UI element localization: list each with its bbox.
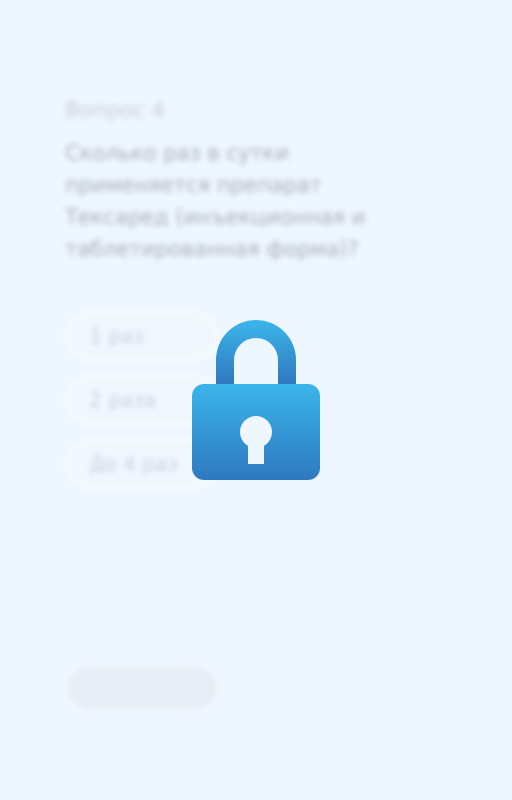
quiz-page: Вопрос 4 Сколько раз в сутки применяется… (0, 0, 512, 800)
question-text: Сколько раз в сутки применяется препарат… (65, 141, 366, 261)
lock-keyhole-slot (248, 438, 264, 464)
answer-option-label: 2 раза (89, 388, 156, 412)
submit-button[interactable] (65, 664, 219, 712)
answer-option-label: До 4 раз (89, 452, 178, 476)
answer-option-label: 1 раз (89, 324, 144, 348)
lock-shackle (216, 320, 296, 384)
question-number: Вопрос 4 (65, 98, 166, 122)
lock-icon (192, 320, 320, 480)
